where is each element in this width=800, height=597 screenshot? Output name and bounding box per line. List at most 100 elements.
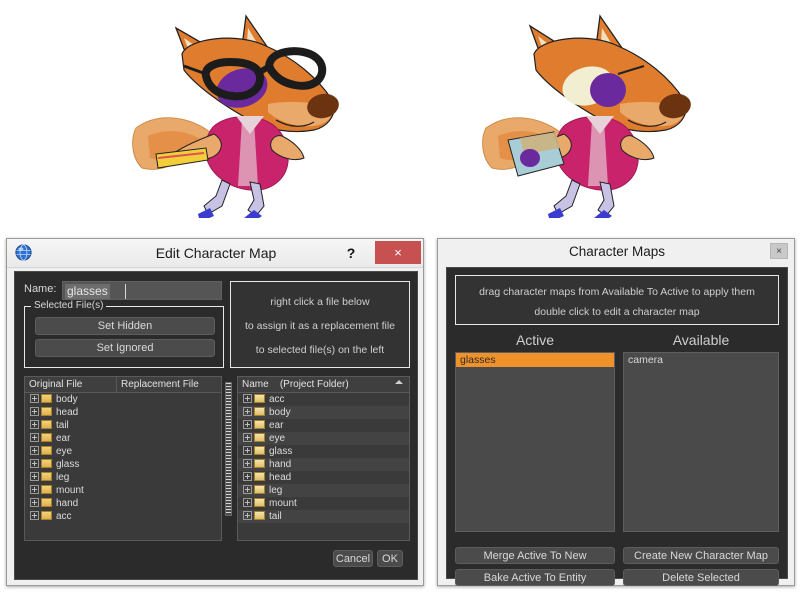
expand-plus-icon[interactable] [30, 459, 39, 468]
folder-icon [254, 446, 265, 455]
expand-plus-icon[interactable] [243, 420, 252, 429]
expand-plus-icon[interactable] [30, 511, 39, 520]
create-new-character-map-button[interactable]: Create New Character Map [623, 547, 779, 564]
column-header-replacement-file[interactable]: Replacement File [117, 377, 221, 392]
file-name-label: body [56, 394, 78, 405]
file-name-label: hand [269, 459, 292, 470]
selected-files-group: Selected File(s) Set Hidden Set Ignored [24, 300, 224, 368]
available-maps-list[interactable]: camera [623, 352, 779, 532]
expand-plus-icon[interactable] [30, 433, 39, 442]
expand-plus-icon[interactable] [30, 407, 39, 416]
table-row[interactable]: body [25, 393, 221, 406]
close-button[interactable]: × [375, 241, 421, 264]
expand-plus-icon[interactable] [30, 498, 39, 507]
expand-plus-icon[interactable] [243, 511, 252, 520]
edit-dialog-titlebar[interactable]: Edit Character Map ? × [7, 239, 423, 268]
maps-hint-line-1: drag character maps from Available To Ac… [479, 286, 755, 298]
table-row[interactable]: glass [238, 445, 409, 458]
set-ignored-button[interactable]: Set Ignored [35, 339, 215, 357]
table-row[interactable]: tail [238, 510, 409, 523]
list-item[interactable]: glasses [456, 353, 614, 367]
table-row[interactable]: ear [238, 419, 409, 432]
cancel-button[interactable]: Cancel [333, 550, 373, 567]
column-header-name: Name (Project Folder) [238, 377, 409, 392]
caret-up-icon[interactable] [395, 380, 403, 384]
file-name-label: ear [56, 433, 71, 444]
maps-titlebar[interactable]: Character Maps × [438, 239, 794, 265]
table-row[interactable]: acc [238, 393, 409, 406]
folder-icon [41, 433, 52, 442]
file-name-label: acc [269, 394, 285, 405]
expand-plus-icon[interactable] [243, 472, 252, 481]
active-maps-list[interactable]: glasses [455, 352, 615, 532]
file-name-label: leg [269, 485, 283, 496]
table-row[interactable]: eye [238, 432, 409, 445]
folder-icon [41, 459, 52, 468]
table-row[interactable]: hand [25, 497, 221, 510]
original-list-rows: body head tail ear eye glass leg mount hand acc [25, 393, 221, 523]
table-row[interactable]: hand [238, 458, 409, 471]
table-row[interactable]: leg [25, 471, 221, 484]
bake-active-to-entity-button[interactable]: Bake Active To Entity [455, 569, 615, 586]
expand-plus-icon[interactable] [30, 420, 39, 429]
table-row[interactable]: acc [25, 510, 221, 523]
column-header-original-file[interactable]: Original File [25, 377, 117, 392]
table-row[interactable]: head [238, 471, 409, 484]
expand-plus-icon[interactable] [243, 446, 252, 455]
name-input[interactable]: glasses [62, 281, 222, 300]
name-input-value: glasses [65, 284, 110, 299]
original-file-list[interactable]: Original File Replacement File body head t… [24, 376, 222, 541]
column-header-name-text: Name [242, 379, 269, 390]
expand-plus-icon[interactable] [243, 498, 252, 507]
maps-panel-body: drag character maps from Available To Ac… [446, 267, 788, 586]
text-caret [125, 284, 126, 299]
folder-icon [41, 485, 52, 494]
ok-button[interactable]: OK [377, 550, 403, 567]
expand-plus-icon[interactable] [243, 394, 252, 403]
file-name-label: leg [56, 472, 70, 483]
table-row[interactable]: leg [238, 484, 409, 497]
original-list-header: Original File Replacement File [25, 377, 221, 393]
folder-icon [254, 459, 265, 468]
table-row[interactable]: mount [238, 497, 409, 510]
project-list-header[interactable]: Name (Project Folder) [238, 377, 409, 393]
merge-active-to-new-button[interactable]: Merge Active To New [455, 547, 615, 564]
folder-icon [41, 472, 52, 481]
table-row[interactable]: tail [25, 419, 221, 432]
table-row[interactable]: mount [25, 484, 221, 497]
file-name-label: glass [269, 446, 293, 457]
folder-icon [254, 407, 265, 416]
character-maps-panel: Character Maps × drag character maps fro… [437, 238, 795, 586]
expand-plus-icon[interactable] [30, 446, 39, 455]
table-row[interactable]: head [25, 406, 221, 419]
delete-selected-button[interactable]: Delete Selected [623, 569, 779, 586]
list-item[interactable]: camera [624, 353, 778, 367]
file-name-label: eye [56, 446, 73, 457]
maps-close-button[interactable]: × [770, 243, 788, 259]
table-row[interactable]: ear [25, 432, 221, 445]
table-row[interactable]: eye [25, 445, 221, 458]
expand-plus-icon[interactable] [30, 394, 39, 403]
file-name-label: body [269, 407, 291, 418]
folder-icon [41, 498, 52, 507]
expand-plus-icon[interactable] [30, 472, 39, 481]
table-row[interactable]: body [238, 406, 409, 419]
expand-plus-icon[interactable] [243, 407, 252, 416]
project-folder-list[interactable]: Name (Project Folder) acc body ear eye glass… [237, 376, 410, 541]
file-name-label: acc [56, 511, 72, 522]
folder-icon [41, 394, 52, 403]
table-row[interactable]: glass [25, 458, 221, 471]
help-button[interactable]: ? [339, 241, 363, 265]
file-name-label: ear [269, 420, 284, 431]
expand-plus-icon[interactable] [243, 459, 252, 468]
list-splitter-grip[interactable] [225, 382, 232, 516]
folder-icon [254, 472, 265, 481]
set-hidden-button[interactable]: Set Hidden [35, 317, 215, 335]
expand-plus-icon[interactable] [30, 485, 39, 494]
expand-plus-icon[interactable] [243, 433, 252, 442]
file-name-label: glass [56, 459, 80, 470]
project-list-rows: acc body ear eye glass hand head leg mount tail [238, 393, 409, 523]
hint-line-2: to assign it as a replacement file [245, 320, 395, 332]
hint-line-1: right click a file below [270, 296, 370, 308]
expand-plus-icon[interactable] [243, 485, 252, 494]
